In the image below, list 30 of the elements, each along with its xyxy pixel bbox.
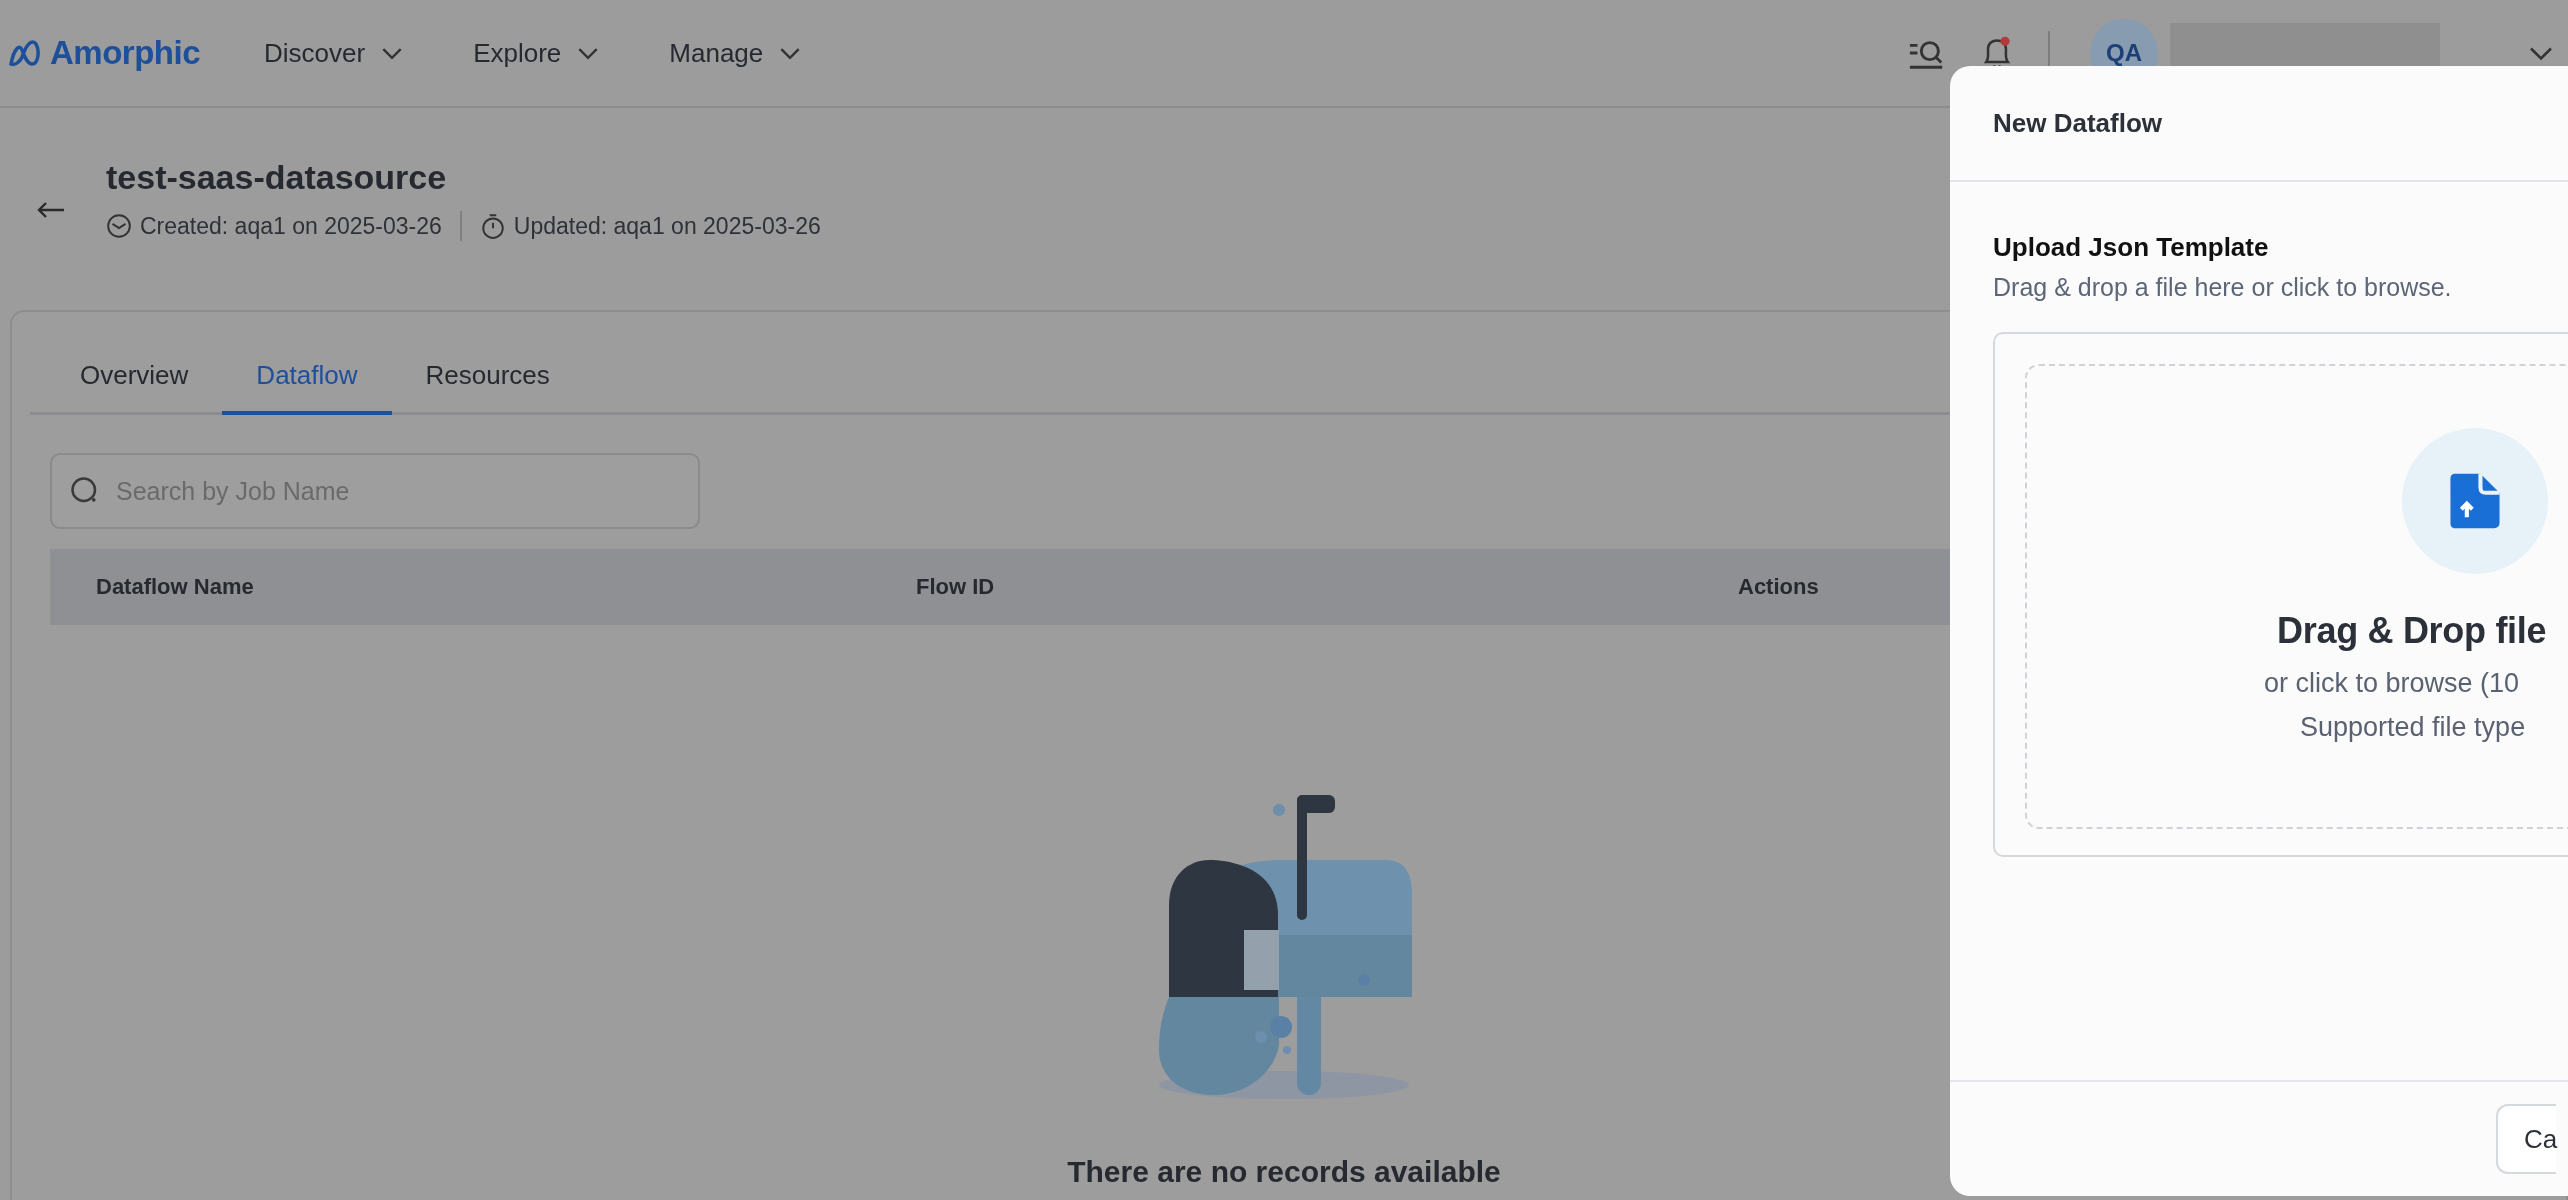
- tab[interactable]: Resources: [391, 340, 584, 415]
- nav-menu[interactable]: Explore: [473, 37, 600, 69]
- updated-info: Updated: aqa1 on 2025-03-26: [513, 212, 821, 240]
- section-hint: Drag & drop a file here or click to browse.: [1993, 273, 2453, 302]
- nav-menu[interactable]: Discover: [264, 37, 404, 69]
- created-info: Created: aqa1 on 2025-03-26: [140, 212, 442, 240]
- logo[interactable]: Amorphic: [8, 34, 200, 72]
- logo-text: Amorphic: [50, 34, 200, 72]
- stopwatch-icon: [479, 213, 506, 239]
- chevron-down-icon: [381, 46, 404, 60]
- column-header: Actions: [1738, 574, 1820, 600]
- column-header: Flow ID: [916, 574, 996, 600]
- tab[interactable]: Dataflow: [222, 340, 392, 415]
- dropzone-hint: or click to browse (10: [2264, 668, 2520, 699]
- cancel-button[interactable]: Ca: [2496, 1104, 2556, 1174]
- section-title: Upload Json Template: [1993, 232, 2270, 263]
- dropzone[interactable]: Drag & Drop file or click to browse (10 Supported file type: [2025, 364, 2568, 829]
- empty-state-message: There are no records available: [1067, 1155, 1501, 1189]
- page-title: test-saas-datasource: [106, 158, 448, 197]
- nav-menu[interactable]: Manage: [669, 37, 802, 69]
- chevron-down-icon: [577, 46, 600, 60]
- chevron-down-icon: [779, 46, 802, 60]
- drawer-title: New Dataflow: [1950, 66, 2568, 182]
- file-types-text: Supported file type: [2300, 712, 2526, 743]
- back-arrow-icon[interactable]: [36, 200, 66, 220]
- column-header: Dataflow Name: [96, 574, 255, 600]
- clock-icon: [106, 213, 132, 239]
- tab[interactable]: Overview: [46, 340, 223, 415]
- dropzone-heading: Drag & Drop file: [2277, 610, 2547, 652]
- chevron-down-icon[interactable]: [2528, 45, 2554, 61]
